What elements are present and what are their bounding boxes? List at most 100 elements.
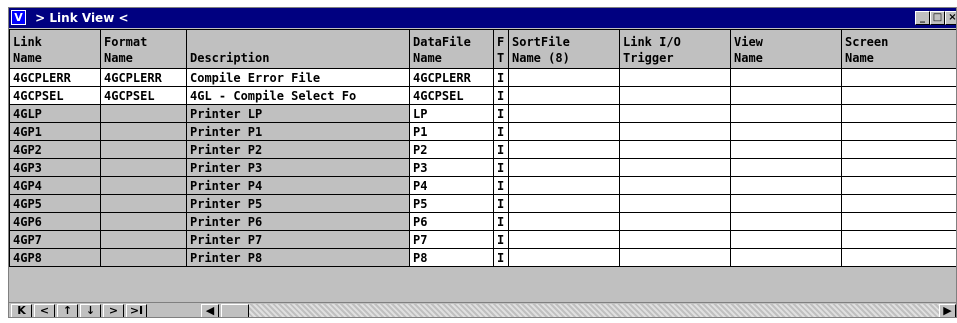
- cell-link-io-trigger[interactable]: [619, 104, 731, 123]
- cell-screen-name[interactable]: [841, 140, 956, 159]
- app-icon[interactable]: V: [11, 10, 26, 25]
- cell-ft[interactable]: I: [493, 212, 509, 231]
- cell-link-name[interactable]: 4GP3: [9, 158, 101, 177]
- cell-link-name[interactable]: 4GCPSEL: [9, 86, 101, 105]
- column-header-format-name[interactable]: Format Name: [100, 29, 187, 69]
- cell-sortfile-name[interactable]: [508, 158, 620, 177]
- cell-ft[interactable]: I: [493, 68, 509, 87]
- cell-datafile-name[interactable]: LP: [409, 104, 494, 123]
- horizontal-scrollbar-thumb[interactable]: [221, 304, 249, 317]
- cell-datafile-name[interactable]: P5: [409, 194, 494, 213]
- cell-link-io-trigger[interactable]: [619, 68, 731, 87]
- cell-link-io-trigger[interactable]: [619, 140, 731, 159]
- cell-view-name[interactable]: [730, 176, 842, 195]
- cell-screen-name[interactable]: [841, 68, 956, 87]
- cell-view-name[interactable]: [730, 68, 842, 87]
- last-record-button[interactable]: >I: [126, 304, 147, 317]
- cell-datafile-name[interactable]: 4GCPLERR: [409, 68, 494, 87]
- cell-sortfile-name[interactable]: [508, 248, 620, 267]
- cell-datafile-name[interactable]: P1: [409, 122, 494, 141]
- table-row[interactable]: 4GP8 Printer P8 P8 I: [9, 248, 956, 267]
- cell-datafile-name[interactable]: 4GCPSEL: [409, 86, 494, 105]
- cell-sortfile-name[interactable]: [508, 86, 620, 105]
- close-button[interactable]: ×: [945, 11, 956, 25]
- cell-ft[interactable]: I: [493, 86, 509, 105]
- cell-link-io-trigger[interactable]: [619, 86, 731, 105]
- cell-view-name[interactable]: [730, 158, 842, 177]
- cell-link-io-trigger[interactable]: [619, 194, 731, 213]
- table-row[interactable]: 4GP3 Printer P3 P3 I: [9, 158, 956, 177]
- cell-sortfile-name[interactable]: [508, 104, 620, 123]
- cell-screen-name[interactable]: [841, 122, 956, 141]
- column-header-description[interactable]: Description: [186, 29, 410, 69]
- cell-datafile-name[interactable]: P8: [409, 248, 494, 267]
- cell-sortfile-name[interactable]: [508, 212, 620, 231]
- cell-view-name[interactable]: [730, 230, 842, 249]
- column-header-datafile-name[interactable]: DataFile Name: [409, 29, 494, 69]
- cell-screen-name[interactable]: [841, 176, 956, 195]
- cell-datafile-name[interactable]: P7: [409, 230, 494, 249]
- cell-datafile-name[interactable]: P4: [409, 176, 494, 195]
- cell-format-name[interactable]: [100, 230, 187, 249]
- cell-link-name[interactable]: 4GP2: [9, 140, 101, 159]
- cell-datafile-name[interactable]: P6: [409, 212, 494, 231]
- scroll-up-button[interactable]: ↑: [57, 304, 78, 317]
- cell-datafile-name[interactable]: P2: [409, 140, 494, 159]
- cell-view-name[interactable]: [730, 212, 842, 231]
- cell-format-name[interactable]: [100, 176, 187, 195]
- table-row[interactable]: 4GP7 Printer P7 P7 I: [9, 230, 956, 249]
- scroll-right-button[interactable]: ▶: [939, 304, 956, 317]
- cell-view-name[interactable]: [730, 140, 842, 159]
- cell-ft[interactable]: I: [493, 140, 509, 159]
- cell-description[interactable]: Printer P5: [186, 194, 410, 213]
- column-header-link-io-trigger[interactable]: Link I/O Trigger: [619, 29, 731, 69]
- cell-link-io-trigger[interactable]: [619, 122, 731, 141]
- cell-screen-name[interactable]: [841, 248, 956, 267]
- cell-sortfile-name[interactable]: [508, 176, 620, 195]
- cell-link-name[interactable]: 4GP5: [9, 194, 101, 213]
- table-row[interactable]: 4GP4 Printer P4 P4 I: [9, 176, 956, 195]
- cell-format-name[interactable]: [100, 104, 187, 123]
- cell-ft[interactable]: I: [493, 248, 509, 267]
- column-header-screen-name[interactable]: Screen Name: [841, 29, 956, 69]
- cell-view-name[interactable]: [730, 248, 842, 267]
- column-header-view-name[interactable]: View Name: [730, 29, 842, 69]
- previous-record-button[interactable]: <: [34, 304, 55, 317]
- cell-link-io-trigger[interactable]: [619, 248, 731, 267]
- cell-description[interactable]: Printer P7: [186, 230, 410, 249]
- cell-format-name[interactable]: 4GCPSEL: [100, 86, 187, 105]
- horizontal-scrollbar-track[interactable]: [221, 304, 939, 317]
- table-row[interactable]: 4GP2 Printer P2 P2 I: [9, 140, 956, 159]
- maximize-button[interactable]: □: [930, 11, 945, 25]
- table-row[interactable]: 4GP6 Printer P6 P6 I: [9, 212, 956, 231]
- cell-format-name[interactable]: [100, 122, 187, 141]
- cell-ft[interactable]: I: [493, 176, 509, 195]
- cell-view-name[interactable]: [730, 86, 842, 105]
- cell-link-io-trigger[interactable]: [619, 212, 731, 231]
- first-record-button[interactable]: K: [11, 304, 32, 317]
- cell-description[interactable]: Printer P3: [186, 158, 410, 177]
- cell-description[interactable]: Printer P1: [186, 122, 410, 141]
- cell-screen-name[interactable]: [841, 212, 956, 231]
- cell-link-name[interactable]: 4GP4: [9, 176, 101, 195]
- cell-link-io-trigger[interactable]: [619, 176, 731, 195]
- cell-format-name[interactable]: [100, 140, 187, 159]
- table-row[interactable]: 4GP5 Printer P5 P5 I: [9, 194, 956, 213]
- cell-link-io-trigger[interactable]: [619, 158, 731, 177]
- cell-sortfile-name[interactable]: [508, 122, 620, 141]
- cell-ft[interactable]: I: [493, 194, 509, 213]
- cell-link-name[interactable]: 4GP1: [9, 122, 101, 141]
- cell-link-name[interactable]: 4GCPLERR: [9, 68, 101, 87]
- table-row[interactable]: 4GP1 Printer P1 P1 I: [9, 122, 956, 141]
- column-header-sortfile-name[interactable]: SortFile Name (8): [508, 29, 620, 69]
- cell-sortfile-name[interactable]: [508, 194, 620, 213]
- cell-format-name[interactable]: [100, 194, 187, 213]
- cell-link-name[interactable]: 4GP8: [9, 248, 101, 267]
- cell-format-name[interactable]: 4GCPLERR: [100, 68, 187, 87]
- next-record-button[interactable]: >: [103, 304, 124, 317]
- table-row[interactable]: 4GCPSEL 4GCPSEL 4GL - Compile Select Fo 4GC…: [9, 86, 956, 105]
- cell-format-name[interactable]: [100, 248, 187, 267]
- cell-screen-name[interactable]: [841, 86, 956, 105]
- cell-description[interactable]: Printer P4: [186, 176, 410, 195]
- cell-link-name[interactable]: 4GP7: [9, 230, 101, 249]
